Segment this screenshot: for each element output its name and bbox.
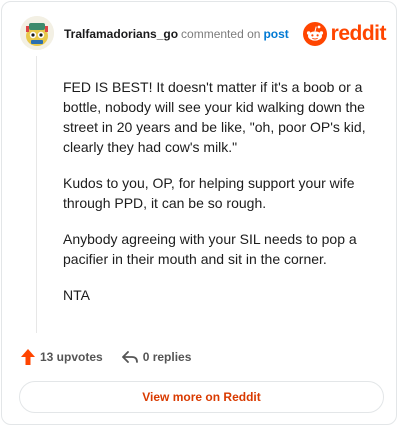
reply-arrow-icon [121,351,138,363]
comment-actions: 13 upvotes 0 replies [20,347,191,367]
view-more-on-reddit-button[interactable]: View more on Reddit [19,381,384,413]
comment-paragraph: NTA [63,287,90,303]
reddit-wordmark: reddit [330,22,387,45]
comment-paragraph: Kudos to you, OP, for helping support yo… [63,175,355,211]
avatar-illustration-icon [20,16,54,50]
post-link[interactable]: post [263,27,288,41]
comment-header: Tralfamadorians_go commented on post reddi… [20,16,387,52]
upvote-count: 13 upvotes [40,350,103,364]
upvote-button[interactable]: 13 upvotes [20,348,103,366]
thread-line [36,56,37,333]
comment-paragraph: Anybody agreeing with your SIL needs to … [63,231,357,267]
avatar[interactable] [20,16,54,50]
username-link[interactable]: Tralfamadorians_go [64,27,178,41]
comment-embed-card: Tralfamadorians_go commented on post reddi… [1,1,397,425]
comment-body: FED IS BEST! It doesn't matter if it's a… [63,77,383,321]
reddit-brand-link[interactable]: reddit [302,22,387,46]
reddit-logo-icon [302,22,327,46]
reply-count: 0 replies [142,350,192,364]
comment-paragraph: FED IS BEST! It doesn't matter if it's a… [63,79,366,155]
upvote-arrow-icon [21,349,35,365]
comment-meta: Tralfamadorians_go commented on post [64,27,289,41]
reply-button[interactable]: 0 replies [121,349,192,365]
commented-on-text: commented on [181,27,261,41]
